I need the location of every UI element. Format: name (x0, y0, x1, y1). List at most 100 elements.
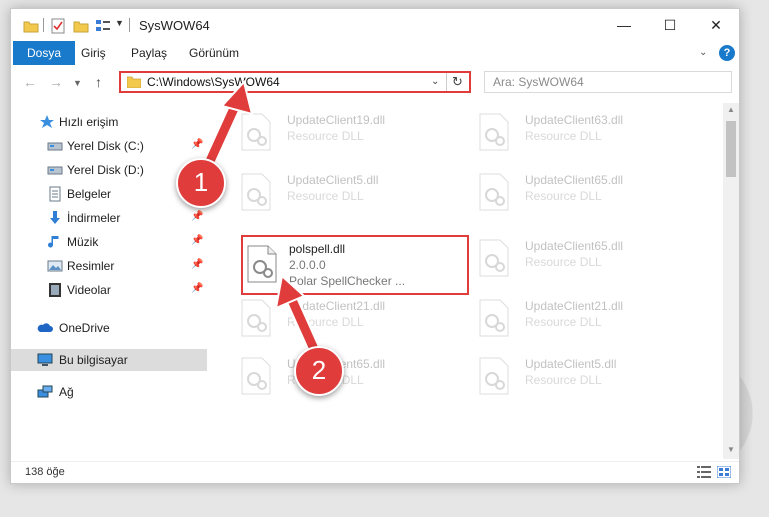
computer-icon (37, 353, 53, 366)
expand-ribbon-icon[interactable]: ⌄ (699, 47, 707, 58)
file-item[interactable]: UpdateClient65.dll Resource DLL (237, 351, 457, 403)
file-name: UpdateClient21.dll (525, 299, 624, 313)
dll-file-icon (479, 299, 509, 337)
pictures-icon (47, 260, 63, 272)
dll-file-icon (479, 113, 509, 151)
title-separator (129, 18, 130, 32)
file-item[interactable]: UpdateClient5.dll Resource DLL (237, 167, 457, 219)
properties-check-icon[interactable] (51, 18, 65, 34)
scroll-thumb[interactable] (726, 121, 736, 177)
pin-icon[interactable]: 📌 (191, 235, 203, 246)
file-description: Resource DLL (525, 129, 602, 143)
music-icon (48, 236, 59, 248)
file-name: UpdateClient19.dll (287, 113, 386, 127)
minimize-button[interactable]: — (601, 9, 647, 41)
documents-icon (49, 186, 61, 202)
navigation-bar: ← → ▼ ↑ C:\Windows\SysWOW64 ⌄ ↻ Ara: Sys… (11, 65, 739, 99)
customize-icon[interactable] (95, 18, 111, 34)
large-icons-view-icon[interactable] (717, 466, 731, 478)
sidebar-item-pictures[interactable]: Resimler 📌 (11, 255, 207, 277)
file-name: UpdateClient21.dll (287, 299, 386, 313)
file-description: Resource DLL (525, 189, 602, 203)
pin-icon[interactable]: 📌 (191, 139, 203, 150)
help-icon[interactable]: ? (719, 45, 735, 61)
forward-arrow-icon[interactable]: → (49, 74, 63, 90)
file-description: Resource DLL (525, 373, 602, 387)
file-name: UpdateClient5.dll (525, 357, 617, 371)
download-icon (50, 211, 60, 224)
address-bar[interactable]: C:\Windows\SysWOW64 ⌄ ↻ (119, 71, 471, 93)
search-input[interactable]: Ara: SysWOW64 (493, 75, 584, 89)
sidebar-item-videos[interactable]: Videolar 📌 (11, 279, 207, 301)
pin-icon[interactable]: 📌 (191, 283, 203, 294)
sidebar-item-label: İndirmeler (67, 211, 121, 225)
file-name: polspell.dll (289, 242, 346, 256)
ribbon-tabs: Dosya Giriş Paylaş Görünüm ⌄ ? (11, 41, 739, 66)
scroll-up-icon[interactable]: ▲ (727, 105, 735, 114)
network-icon (37, 385, 53, 398)
file-item[interactable]: UpdateClient65.dll Resource DLL (475, 233, 695, 285)
title-bar: ▼ SysWOW64 — ☐ ✕ (11, 9, 739, 41)
file-description: Resource DLL (287, 189, 364, 203)
file-name: UpdateClient63.dll (525, 113, 624, 127)
scroll-down-icon[interactable]: ▼ (727, 445, 735, 454)
sidebar-item-network[interactable]: Ağ (11, 381, 207, 403)
up-arrow-icon[interactable]: ↑ (95, 74, 102, 90)
tab-view[interactable]: Görünüm (179, 41, 249, 65)
back-arrow-icon[interactable]: ← (23, 74, 37, 90)
close-icon: ✕ (710, 16, 722, 33)
dll-file-icon (241, 173, 271, 211)
item-count: 138 öğe (25, 466, 65, 478)
file-name: UpdateClient5.dll (287, 173, 379, 187)
step-1-badge: 1 (176, 158, 226, 208)
file-item[interactable]: UpdateClient65.dll Resource DLL (475, 167, 695, 219)
search-box[interactable]: Ara: SysWOW64 (484, 71, 732, 93)
navigation-pane: Hızlı erişim Yerel Disk (C:) 📌 Yerel Dis… (11, 103, 207, 459)
maximize-button[interactable]: ☐ (647, 9, 693, 41)
star-icon (40, 115, 54, 128)
dll-file-icon (479, 239, 509, 277)
file-item[interactable]: UpdateClient5.dll Resource DLL (475, 351, 695, 403)
address-dropdown-icon[interactable]: ⌄ (431, 76, 439, 87)
file-name: UpdateClient65.dll (525, 173, 624, 187)
drive-icon (47, 142, 63, 151)
sidebar-item-local-disk-c[interactable]: Yerel Disk (C:) 📌 (11, 135, 207, 157)
sidebar-item-label: Yerel Disk (D:) (67, 163, 144, 177)
tab-file[interactable]: Dosya (13, 41, 76, 65)
tab-share[interactable]: Paylaş (121, 41, 177, 65)
file-item[interactable]: UpdateClient19.dll Resource DLL (237, 107, 457, 159)
file-description: Resource DLL (287, 315, 364, 329)
address-path[interactable]: C:\Windows\SysWOW64 (147, 75, 280, 89)
file-item[interactable]: UpdateClient63.dll Resource DLL (475, 107, 695, 159)
sidebar-item-label: OneDrive (59, 321, 110, 335)
details-view-icon[interactable] (697, 466, 711, 478)
file-explorer-window: ▼ SysWOW64 — ☐ ✕ Dosya Giriş Paylaş Görü… (10, 8, 740, 484)
quick-access-dropdown-icon[interactable]: ▼ (115, 18, 124, 28)
recent-locations-icon[interactable]: ▼ (73, 78, 82, 88)
address-separator (446, 73, 447, 91)
sidebar-item-label: Bu bilgisayar (59, 353, 128, 367)
sidebar-item-label: Müzik (67, 235, 99, 249)
folder-icon[interactable] (23, 18, 39, 34)
pin-icon[interactable]: 📌 (191, 259, 203, 270)
file-item[interactable]: UpdateClient21.dll Resource DLL (475, 293, 695, 345)
tab-home[interactable]: Giriş (71, 41, 116, 65)
vertical-scrollbar[interactable]: ▲ ▼ (723, 103, 739, 459)
new-folder-icon[interactable] (73, 18, 89, 34)
sidebar-item-quick-access[interactable]: Hızlı erişim (11, 111, 207, 133)
videos-icon (49, 283, 61, 297)
sidebar-item-label: Ağ (59, 385, 74, 399)
cloud-icon (37, 323, 53, 332)
file-item-polspell[interactable]: polspell.dll 2.0.0.0 Polar SpellChecker … (241, 235, 469, 295)
step-2-badge: 2 (294, 346, 344, 396)
dll-file-icon (479, 173, 509, 211)
refresh-icon[interactable]: ↻ (452, 74, 463, 90)
sidebar-item-music[interactable]: Müzik 📌 (11, 231, 207, 253)
pin-icon[interactable]: 📌 (191, 211, 203, 222)
sidebar-item-this-pc[interactable]: Bu bilgisayar (11, 349, 207, 371)
sidebar-item-downloads[interactable]: İndirmeler 📌 (11, 207, 207, 229)
file-item[interactable]: UpdateClient21.dll Resource DLL (237, 293, 457, 345)
sidebar-item-onedrive[interactable]: OneDrive (11, 317, 207, 339)
status-bar: 138 öğe (11, 461, 739, 483)
close-button[interactable]: ✕ (693, 9, 739, 41)
